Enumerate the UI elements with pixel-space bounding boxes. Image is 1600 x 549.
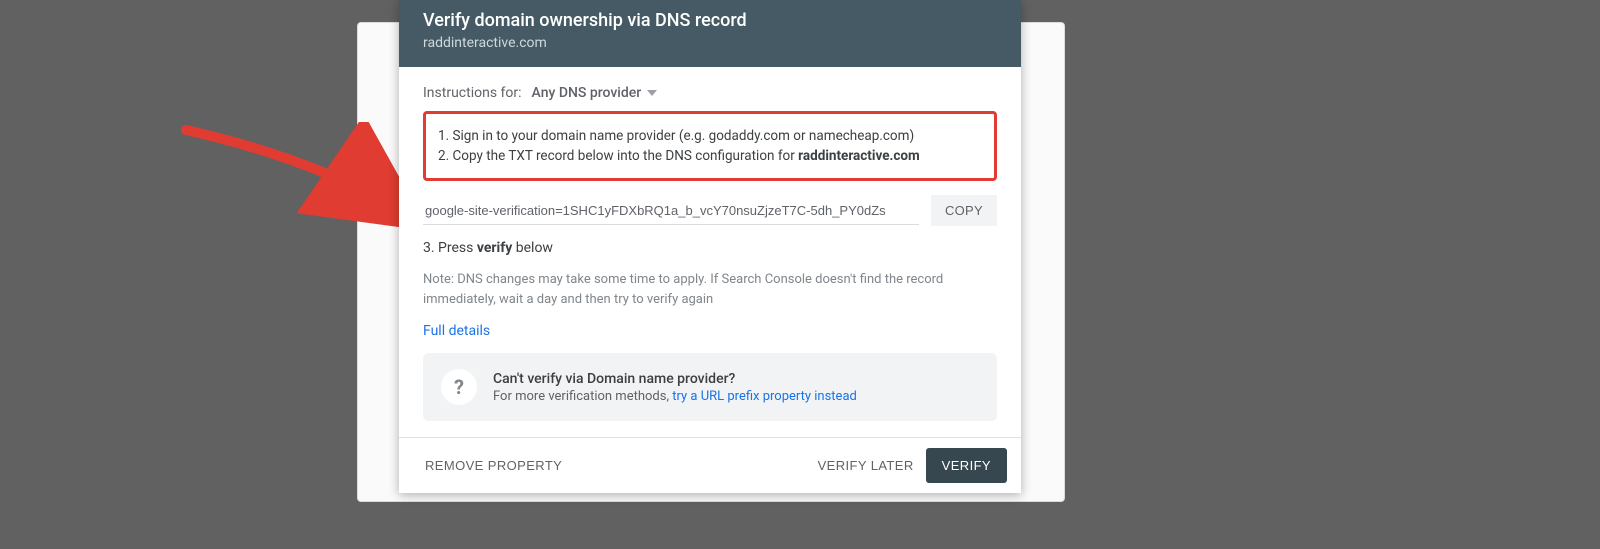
dialog-actions: REMOVE PROPERTY VERIFY LATER VERIFY <box>399 437 1021 493</box>
full-details-link[interactable]: Full details <box>423 323 490 339</box>
alt-verification-title: Can't verify via Domain name provider? <box>493 371 857 387</box>
dialog-header: Verify domain ownership via DNS record r… <box>399 0 1021 67</box>
txt-record-field[interactable] <box>423 197 919 225</box>
instructions-row: Instructions for: Any DNS provider <box>423 85 997 101</box>
verify-button[interactable]: VERIFY <box>926 448 1007 483</box>
url-prefix-link[interactable]: try a URL prefix property instead <box>672 389 857 404</box>
copy-button[interactable]: COPY <box>931 195 997 226</box>
help-icon: ? <box>441 369 477 405</box>
remove-property-button[interactable]: REMOVE PROPERTY <box>413 448 574 483</box>
instructions-label: Instructions for: <box>423 85 522 101</box>
dns-note: Note: DNS changes may take some time to … <box>423 270 963 309</box>
dialog-body: Instructions for: Any DNS provider 1. Si… <box>399 67 1021 437</box>
dns-provider-select[interactable]: Any DNS provider <box>532 85 658 101</box>
verify-later-button[interactable]: VERIFY LATER <box>806 448 926 483</box>
chevron-down-icon <box>647 90 657 96</box>
instruction-step-3: 3. Press verify below <box>423 240 997 256</box>
instruction-highlight-box: 1. Sign in to your domain name provider … <box>423 111 997 181</box>
alt-verification-panel: ? Can't verify via Domain name provider?… <box>423 353 997 421</box>
dialog-title: Verify domain ownership via DNS record <box>423 10 997 31</box>
txt-record-row: COPY <box>423 195 997 226</box>
alt-verification-sub: For more verification methods, try a URL… <box>493 389 857 404</box>
dialog-domain: raddinteractive.com <box>423 35 997 51</box>
instruction-step-1: 1. Sign in to your domain name provider … <box>438 128 982 144</box>
instruction-step-2: 2. Copy the TXT record below into the DN… <box>438 148 982 164</box>
verify-ownership-dialog: Verify domain ownership via DNS record r… <box>399 0 1021 493</box>
dns-provider-value: Any DNS provider <box>532 85 642 101</box>
